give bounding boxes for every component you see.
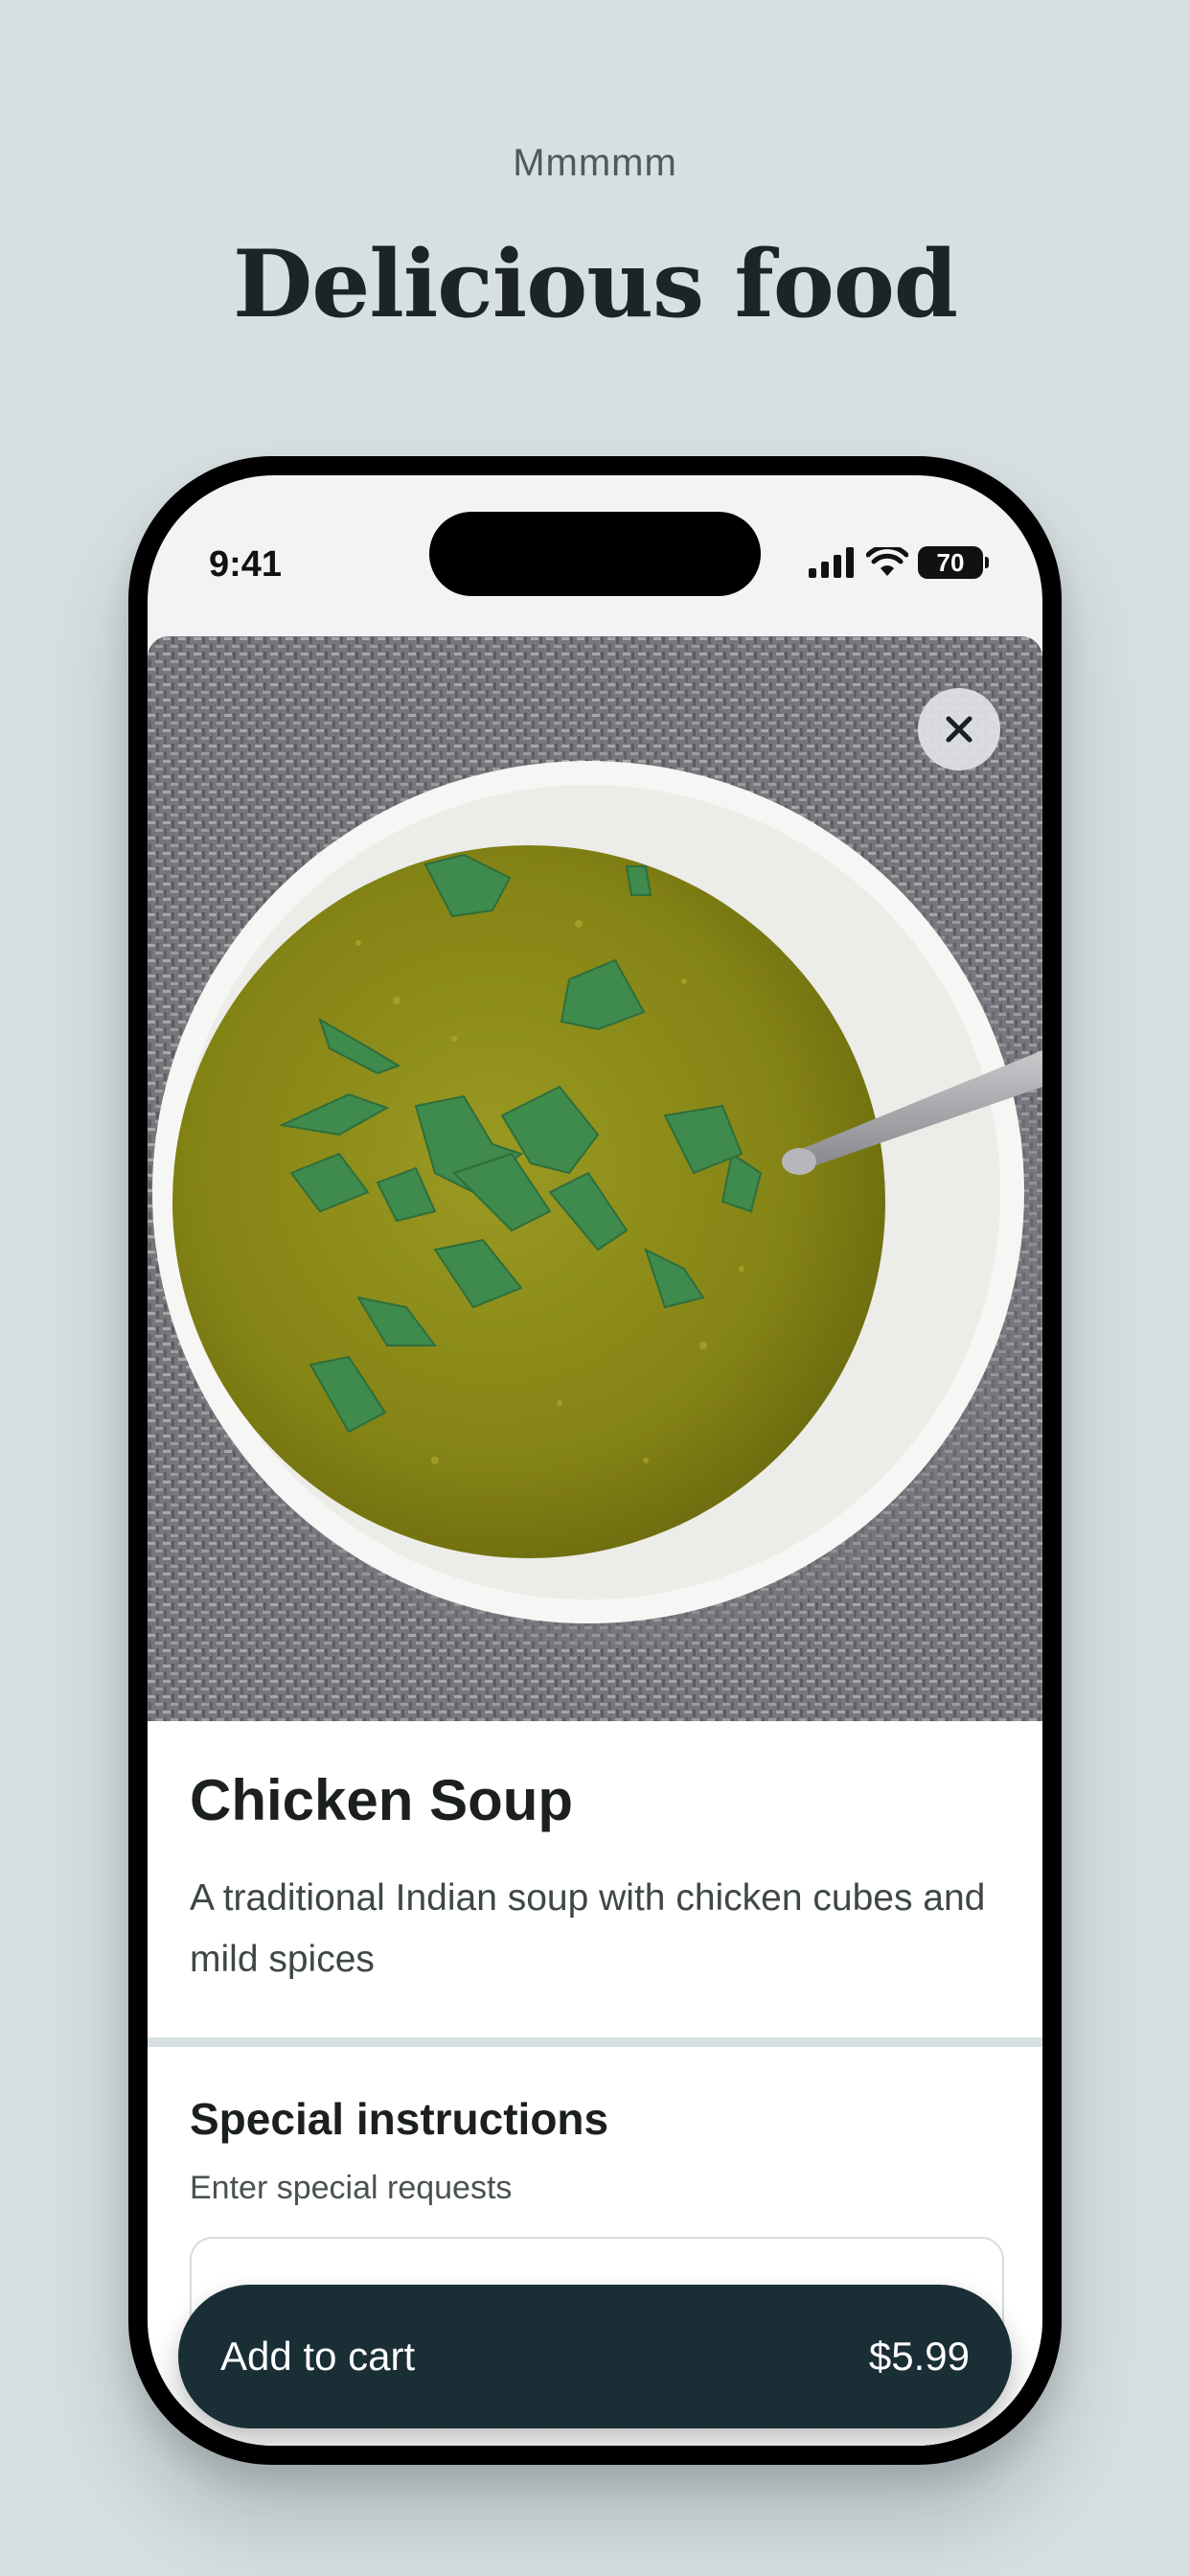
add-to-cart-button[interactable]: Add to cart $5.99 [178, 2285, 1012, 2428]
section-divider [148, 2037, 1042, 2047]
cellular-signal-icon [809, 547, 854, 578]
promo-page: Mmmmm Delicious food 9:41 70 Chicken Sou… [0, 0, 1190, 2576]
close-button[interactable] [918, 688, 1000, 770]
special-instructions-title: Special instructions [190, 2094, 609, 2144]
phone-frame: 9:41 70 Chicken Soup A traditional India… [128, 456, 1062, 2465]
close-icon [946, 716, 973, 743]
battery-icon: 70 [918, 546, 989, 579]
item-price: $5.99 [868, 2334, 970, 2379]
status-bar: 9:41 70 [148, 475, 1042, 629]
item-description: A traditional Indian soup with chicken c… [190, 1877, 986, 1980]
add-to-cart-label: Add to cart [220, 2334, 416, 2379]
phone-screen: 9:41 70 Chicken Soup A traditional India… [148, 475, 1042, 2446]
soup-bowl-photo [148, 636, 1042, 1721]
promo-eyebrow: Mmmmm [513, 142, 677, 184]
special-instructions-subtitle: Enter special requests [190, 2170, 513, 2206]
status-icons: 70 [809, 546, 989, 579]
item-name: Chicken Soup [190, 1768, 574, 1832]
status-time: 9:41 [209, 544, 283, 585]
wifi-icon [866, 547, 908, 576]
battery-level: 70 [936, 548, 965, 577]
dynamic-island [429, 512, 761, 596]
item-detail-sheet: Chicken Soup A traditional Indian soup w… [148, 636, 1042, 2446]
promo-headline: Delicious food [233, 230, 958, 338]
